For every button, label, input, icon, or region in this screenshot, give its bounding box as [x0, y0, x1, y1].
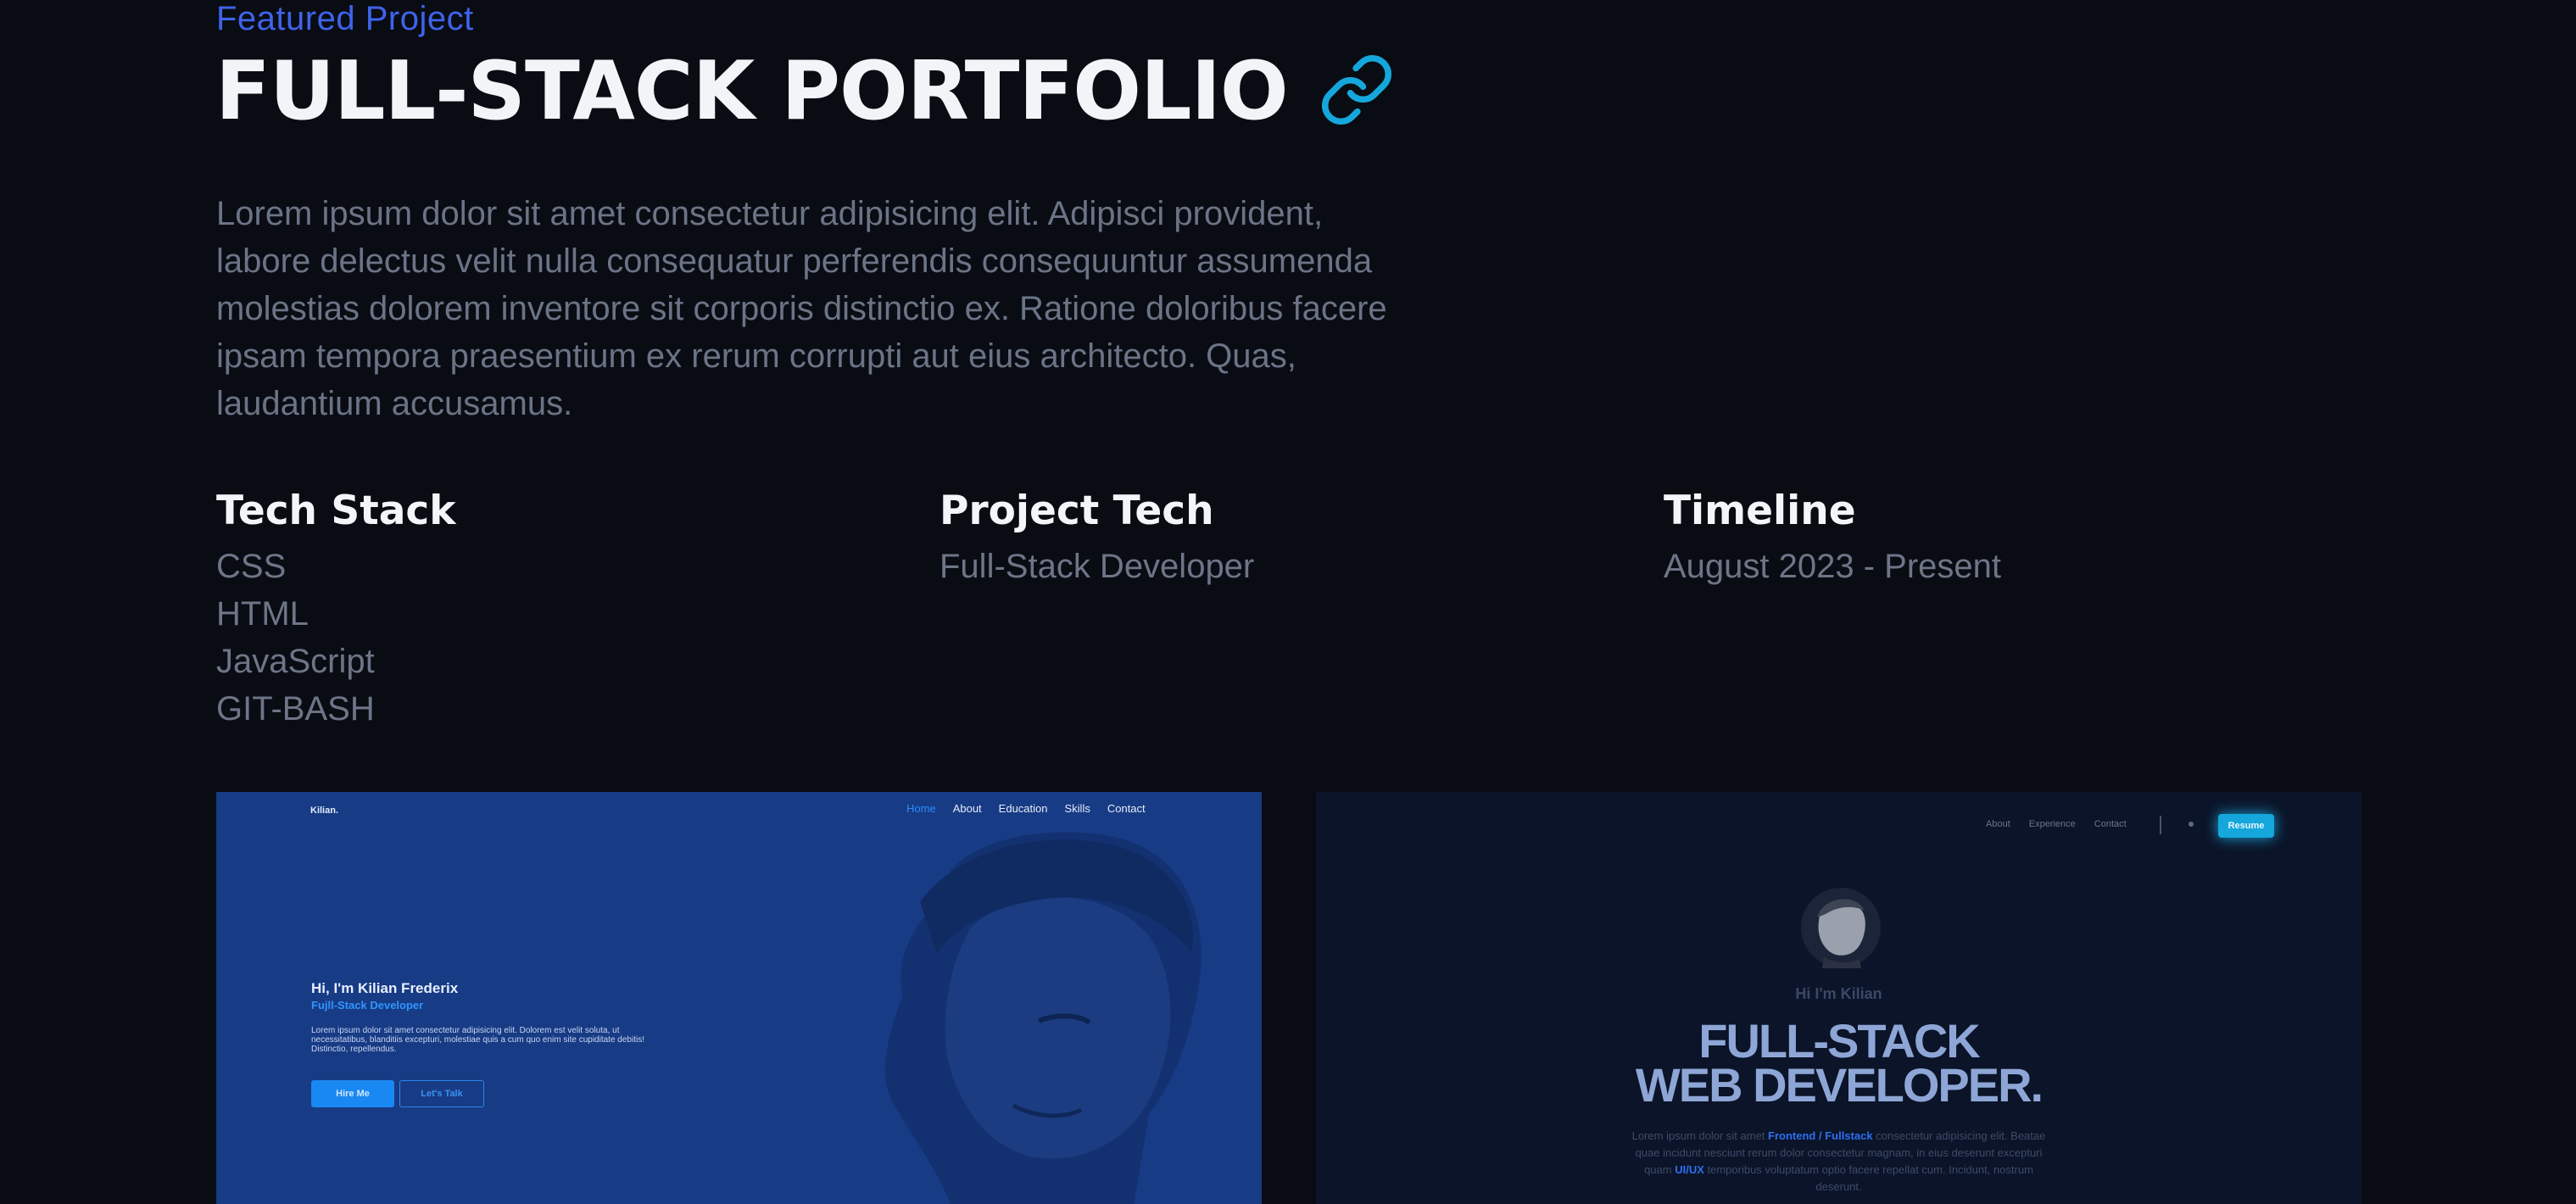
screenshot-text: Lorem ipsum dolor sit amet Frontend / Fu… — [1621, 1128, 2056, 1196]
featured-project-label: Featured Project — [216, 0, 474, 37]
hero-title-line: WEB DEVELOPER. — [1635, 1058, 2044, 1112]
screenshot-brand: Kilian. — [310, 805, 339, 816]
screenshot-nav-item: About — [952, 802, 982, 815]
title-row: FULL-STACK PORTFOLIO — [215, 41, 1395, 142]
screenshot-nav-item: About — [1986, 819, 2010, 829]
nav-divider — [2160, 816, 2161, 834]
highlight-text: UI/UX — [1675, 1163, 1704, 1176]
avatar — [1801, 888, 1881, 968]
project-screenshot-2[interactable]: About Experience Contact Resume Hi I'm K… — [1316, 792, 2361, 1204]
screenshot-nav-item: Education — [998, 802, 1048, 815]
project-screenshot-1[interactable]: Kilian. Home About Education Skills Cont… — [216, 792, 1262, 1204]
project-page: Featured Project FULL-STACK PORTFOLIO Lo… — [0, 0, 2576, 1204]
screenshot-nav-item: Home — [906, 802, 936, 815]
text-part: temporibus voluptatum optio facere repel… — [1703, 1163, 2033, 1193]
screenshot-nav-item: Contact — [2094, 819, 2127, 829]
project-title: FULL-STACK PORTFOLIO — [215, 45, 1289, 138]
tech-stack-item: CSS — [216, 548, 287, 585]
timeline-heading: Timeline — [1664, 488, 1856, 534]
project-tech-item: Full-Stack Developer — [940, 548, 1255, 585]
screenshot-nav-item: Contact — [1107, 802, 1146, 815]
screenshot-nav-item: Experience — [2028, 819, 2076, 829]
project-link[interactable] — [1319, 52, 1395, 131]
portrait-image — [885, 832, 1202, 1204]
screenshot-greeting: Hi I'm Kilian — [1795, 985, 1882, 1002]
screenshot-nav: Home About Education Skills Contact — [906, 802, 1146, 815]
link-icon — [1321, 55, 1391, 125]
project-tech-heading: Project Tech — [940, 488, 1214, 534]
highlight-text: Frontend / Fullstack — [1768, 1129, 1873, 1142]
lets-talk-button: Let's Talk — [399, 1080, 484, 1107]
screenshot-role: Fujll-Stack Developer — [311, 999, 424, 1012]
screenshot-greeting: Hi, I'm Kilian Frederix — [311, 980, 459, 996]
sun-icon — [2188, 822, 2194, 827]
timeline-section: Timeline August 2023 - Present — [1664, 482, 2001, 590]
resume-button: Resume — [2218, 814, 2274, 838]
tech-stack-item: JavaScript — [216, 643, 375, 680]
tech-stack-section: Tech Stack CSS HTML JavaScript GIT-BASH — [216, 482, 456, 733]
timeline-item: August 2023 - Present — [1664, 548, 2002, 585]
text-part: Lorem ipsum dolor sit amet — [1631, 1129, 1769, 1142]
screenshot-nav: About Experience Contact — [1986, 819, 2127, 829]
tech-stack-item: GIT-BASH — [216, 690, 375, 727]
hero-title-line: FULL-STACK — [1698, 1014, 1980, 1067]
tech-stack-item: HTML — [216, 595, 309, 633]
tech-stack-heading: Tech Stack — [216, 488, 456, 534]
hire-me-button: Hire Me — [311, 1080, 394, 1107]
project-description: Lorem ipsum dolor sit amet consectetur a… — [216, 195, 1387, 422]
screenshot-nav-item: Skills — [1064, 802, 1090, 815]
project-tech-section: Project Tech Full-Stack Developer — [940, 482, 1254, 590]
screenshot-hero-title: FULL-STACK WEB DEVELOPER. — [1316, 1014, 2361, 1112]
screenshot-text: Lorem ipsum dolor sit amet consectetur a… — [311, 1026, 644, 1054]
